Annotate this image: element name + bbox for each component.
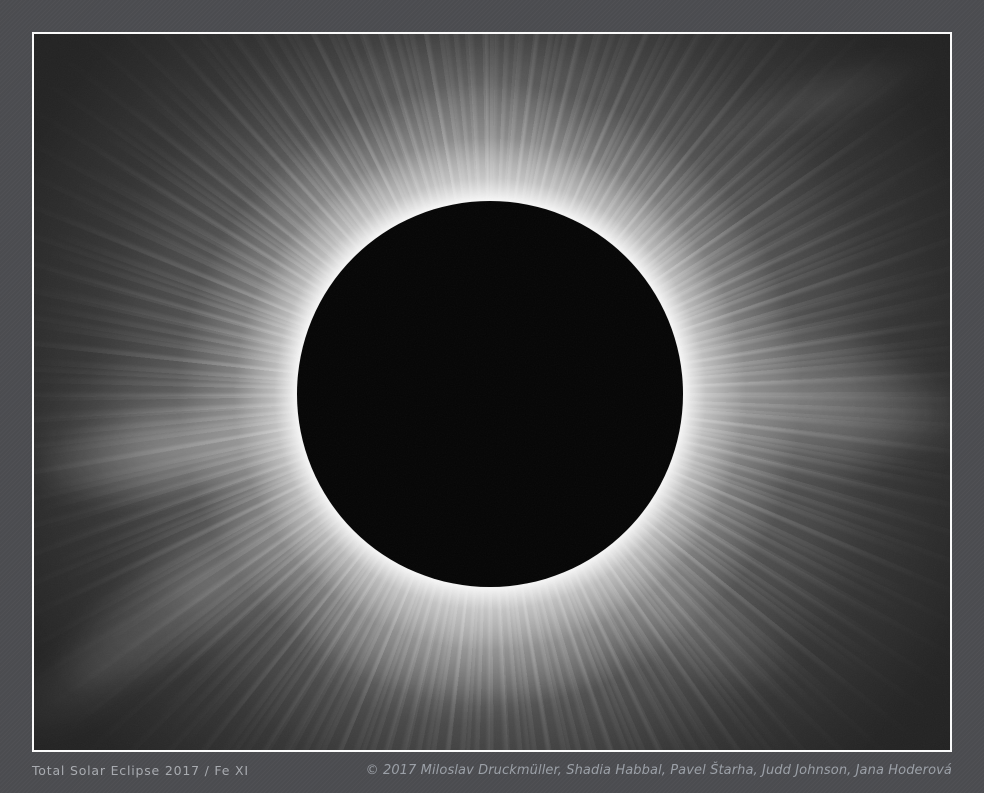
caption-bar: Total Solar Eclipse 2017 / Fe XI © 2017 …	[32, 758, 952, 782]
eclipse-photo	[32, 32, 952, 752]
matte-frame: Total Solar Eclipse 2017 / Fe XI © 2017 …	[0, 0, 984, 793]
caption-title: Total Solar Eclipse 2017 / Fe XI	[32, 763, 249, 778]
film-grain	[34, 34, 950, 750]
caption-credit: © 2017 Miloslav Druckmüller, Shadia Habb…	[366, 763, 952, 778]
